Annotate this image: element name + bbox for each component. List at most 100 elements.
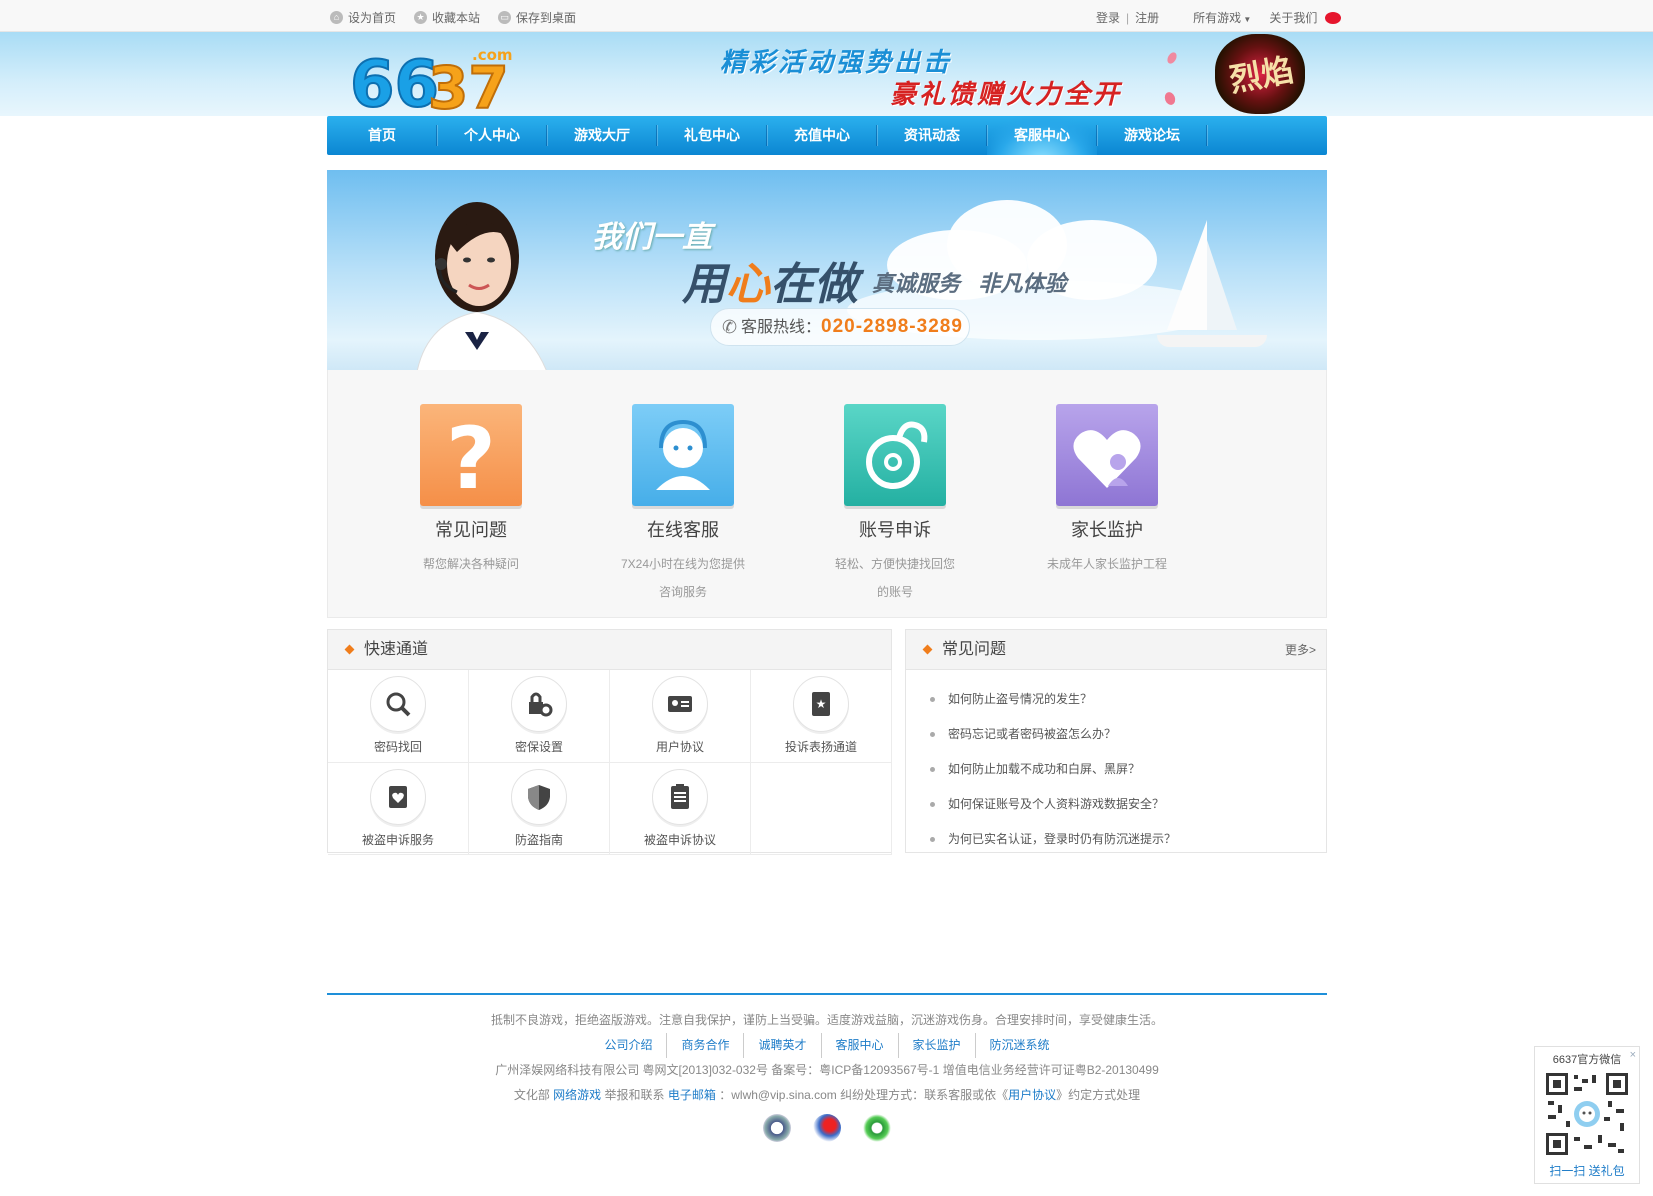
heart-family-icon[interactable] [1056,404,1158,506]
hotline-number: 020-2898-3289 [821,316,963,337]
home-icon: ⌂ [330,11,343,24]
set-home-link[interactable]: ⌂ 设为首页 [330,9,396,26]
logo-suffix: .com [472,46,513,64]
login-link[interactable]: 登录 [1096,9,1120,26]
footer-link-support[interactable]: 客服中心 [822,1033,899,1058]
nav-recharge[interactable]: 充值中心 [767,116,877,155]
quick-password-recovery[interactable]: 密码找回 [328,670,469,763]
desktop-icon: ▭ [498,11,512,24]
footer-text: 举报和联系 [604,1088,665,1102]
shield-icon [511,769,567,825]
wechat-qr-widget: 6637官方微信 × 扫一扫 送礼包 [1534,1046,1640,1184]
save-desktop-link[interactable]: ▭ 保存到桌面 [498,9,576,26]
service-account-appeal[interactable]: 账号申诉 轻松、方便快捷找回您的账号 [795,404,995,606]
weibo-icon[interactable] [1325,11,1342,24]
footer-link-online-games[interactable]: 网络游戏 [553,1088,601,1102]
banner-heart-word: 心 [726,260,770,309]
culture-badge-icon[interactable] [813,1114,841,1142]
set-home-label[interactable]: 设为首页 [348,9,396,26]
service-parental-control[interactable]: 家长监护 未成年人家长监护工程 [1007,404,1207,578]
diamond-icon [922,644,933,655]
footer-link-user-agreement[interactable]: 用户协议 [1008,1088,1056,1102]
quick-label: 用户协议 [655,740,704,754]
main-nav: 首页 个人中心 游戏大厅 礼包中心 充值中心 资讯动态 客服中心 游戏论坛 [327,116,1327,155]
faq-item[interactable]: 为何已实名认证，登录时仍有防沉迷提示？ [928,822,1326,857]
question-icon[interactable]: ? [420,404,522,509]
logo-digits: 66 [350,48,439,116]
nav-forum[interactable]: 游戏论坛 [1097,116,1207,155]
save-desktop-label[interactable]: 保存到桌面 [516,9,576,26]
more-link[interactable]: 更多> [1285,630,1316,670]
service-title[interactable]: 家长监护 [1007,516,1207,542]
footer-link-anti-addiction[interactable]: 防沉迷系统 [976,1033,1064,1058]
support-banner: 我们一直 用心在做 真诚服务 非凡体验 ✆ 客服热线：020-2898-3289 [327,170,1327,370]
quick-label: 投诉表扬通道 [784,740,857,754]
quick-anti-theft-guide[interactable]: 防盗指南 [469,763,610,855]
quick-channel-panel: 快速通道 密码找回 密保设置 用户协议 ★ 投诉表扬通道 被盗申诉服务 防盗指南… [327,629,892,855]
footer-link-business[interactable]: 商务合作 [667,1033,745,1058]
panel-title: 常见问题 [942,641,1007,658]
service-desc: 未成年人家长监护工程 [1046,557,1167,571]
nav-personal[interactable]: 个人中心 [437,116,547,155]
register-link[interactable]: 注册 [1135,9,1159,26]
close-icon[interactable]: × [1630,1049,1636,1061]
service-title[interactable]: 在线客服 [583,516,783,542]
quick-theft-appeal-service[interactable]: 被盗申诉服务 [328,763,469,855]
nav-home[interactable]: 首页 [327,116,437,155]
sail [1207,240,1237,330]
service-desc: 7X24小时在线为您提供咨询服务 [620,557,746,599]
footer-link-about[interactable]: 公司介绍 [590,1033,668,1058]
quick-user-agreement[interactable]: 用户协议 [610,670,751,763]
quick-empty-cell [751,763,892,855]
quick-security-settings[interactable]: 密保设置 [469,670,610,763]
faq-item[interactable]: 密码忘记或者密码被盗怎么办？ [928,717,1326,752]
quick-label: 密码找回 [373,740,422,754]
service-title[interactable]: 常见问题 [371,516,571,542]
footer-link-jobs[interactable]: 诚聘英才 [744,1033,822,1058]
qr-title: 6637官方微信 [1552,1054,1622,1066]
footer-health-notice: 抵制不良游戏，拒绝盗版游戏。注意自我保护，谨防上当受骗。适度游戏益脑，沉迷游戏伤… [490,1013,1163,1027]
quick-label: 被盗申诉协议 [643,833,716,847]
game-badge-text: 烈焰 [1226,50,1297,100]
service-faq[interactable]: ? 常见问题 帮您解决各种疑问 [371,404,571,578]
slogan-line2: 豪礼馈赠火力全开 [890,79,1123,109]
nav-support[interactable]: 客服中心 [987,116,1097,155]
police-badge-icon[interactable] [763,1114,791,1142]
all-games-dropdown[interactable]: 所有游戏 ▼ [1193,9,1251,26]
bookmark-label[interactable]: 收藏本站 [432,9,480,26]
footer-link-email[interactable]: 电子邮箱 [668,1088,716,1102]
clipboard-icon [652,769,708,825]
faq-item[interactable]: 如何防止加载不成功和白屏、黑屏？ [928,752,1326,787]
service-desc: 帮您解决各种疑问 [422,557,519,571]
service-online-support[interactable]: 在线客服 7X24小时在线为您提供咨询服务 [583,404,783,606]
bookmark-link[interactable]: ★ 收藏本站 [414,9,480,26]
service-title[interactable]: 账号申诉 [795,516,995,542]
faq-item[interactable]: 如何防止盗号情况的发生？ [928,682,1326,717]
quick-complaint-praise[interactable]: ★ 投诉表扬通道 [751,670,892,763]
green-badge-icon[interactable] [863,1114,891,1142]
faq-item[interactable]: 如何保证账号及个人资料游戏数据安全？ [928,787,1326,822]
footer-text: ：wlwh@vip.sina.com 纠纷处理方式：联系客服或依《 [719,1088,1009,1102]
nav-games[interactable]: 游戏大厅 [547,116,657,155]
quick-grid: 密码找回 密保设置 用户协议 ★ 投诉表扬通道 被盗申诉服务 防盗指南 被盗申诉… [328,670,892,855]
heart-shield-icon [370,769,426,825]
star-icon: ★ [414,11,428,24]
search-icon [370,676,426,732]
footer-text: 》约定方式处理 [1056,1088,1141,1102]
panel-header: 快速通道 [328,630,891,670]
game-badge[interactable]: 烈焰 [1215,34,1305,114]
footer-link-parental[interactable]: 家长监护 [899,1033,976,1058]
svg-text:?: ? [446,409,496,506]
qr-caption[interactable]: 扫一扫 送礼包 [1535,1162,1639,1179]
nav-gifts[interactable]: 礼包中心 [657,116,767,155]
unlock-icon[interactable] [844,404,946,506]
site-logo[interactable]: 66 37 .com [350,38,520,116]
about-link[interactable]: 关于我们 [1269,9,1317,26]
quick-theft-appeal-agreement[interactable]: 被盗申诉协议 [610,763,751,855]
headset-agent-icon[interactable] [632,404,734,506]
footer-contact: 文化部 网络游戏 举报和联系 电子邮箱 ：wlwh@vip.sina.com 纠… [327,1083,1327,1108]
petal-icon [1165,50,1179,66]
nav-news[interactable]: 资讯动态 [877,116,987,155]
footer-divider [327,993,1327,995]
svg-text:★: ★ [816,697,827,711]
